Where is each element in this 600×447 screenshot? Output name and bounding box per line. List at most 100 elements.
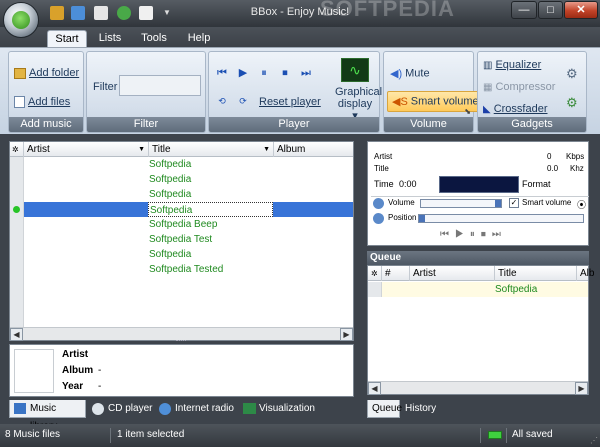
queue-row[interactable]: Softpedia bbox=[368, 282, 588, 297]
np-volume-label: Volume bbox=[388, 198, 415, 207]
repeat-all-icon[interactable]: ⟳ bbox=[233, 91, 253, 111]
position-slider[interactable] bbox=[418, 214, 584, 223]
group-label: Gadgets bbox=[478, 117, 586, 132]
horizontal-scrollbar[interactable]: ◀ ▶ bbox=[10, 327, 353, 341]
tab-start[interactable]: Start bbox=[47, 30, 87, 47]
track-row[interactable]: Softpedia bbox=[10, 172, 353, 187]
queue-horizontal-scrollbar[interactable]: ◀ ▶ bbox=[368, 381, 588, 395]
music-library-list[interactable]: ✲ Artist ▼ Title ▼ Album Softpedia Softpedi… bbox=[9, 141, 354, 341]
add-folder-button[interactable]: Add folder bbox=[14, 67, 79, 79]
file-icon bbox=[14, 96, 25, 109]
scroll-right-icon[interactable]: ▶ bbox=[340, 328, 353, 341]
tab-tools[interactable]: Tools bbox=[138, 30, 170, 47]
column-title[interactable]: Title ▼ bbox=[149, 142, 274, 157]
volume-thumb[interactable] bbox=[495, 200, 501, 207]
equalizer-button[interactable]: ▥ Equalizer bbox=[483, 59, 541, 71]
filter-dropdown-icon[interactable]: ▼ bbox=[138, 142, 145, 157]
scroll-left-icon[interactable]: ◀ bbox=[368, 382, 381, 395]
queue-list[interactable]: ✲ # Artist Title Alb Softpedia ◀ ▶ bbox=[367, 265, 594, 395]
header-options-icon[interactable]: ✲ bbox=[10, 142, 24, 157]
position-thumb[interactable] bbox=[419, 215, 425, 222]
column-album[interactable]: Album bbox=[274, 142, 355, 157]
details-artist-label: Artist bbox=[62, 349, 89, 360]
queue-column-number[interactable]: # bbox=[382, 266, 410, 281]
track-title: Softpedia Test bbox=[149, 234, 213, 245]
scroll-left-icon[interactable]: ◀ bbox=[10, 328, 23, 341]
splitter-grip[interactable] bbox=[176, 340, 186, 343]
samplerate-unit: Khz bbox=[570, 164, 584, 173]
track-row[interactable]: Softpedia bbox=[10, 247, 353, 262]
dialog-launcher-icon[interactable]: ⬊ bbox=[464, 107, 471, 116]
mini-transport-controls[interactable]: ⏮▶⏸⏹⏭ bbox=[440, 229, 507, 240]
cd-icon bbox=[92, 403, 104, 415]
queue-title: Queue bbox=[367, 251, 589, 265]
previous-icon[interactable]: ⏮ bbox=[212, 63, 232, 83]
smart-volume-icon: ◀S bbox=[392, 96, 408, 108]
compressor-button[interactable]: ▦ Compressor bbox=[483, 81, 555, 93]
np-format-label: Format bbox=[522, 179, 551, 189]
tab-music-library[interactable]: Music library bbox=[9, 400, 86, 432]
track-row[interactable]: Softpedia bbox=[10, 187, 353, 202]
resize-grip-icon[interactable]: ⋰ bbox=[590, 436, 598, 445]
filter-dropdown-icon[interactable]: ▼ bbox=[263, 142, 270, 157]
options-icon[interactable]: ⚙ bbox=[566, 95, 578, 111]
folder-icon bbox=[14, 67, 26, 79]
volume-slider[interactable] bbox=[420, 199, 502, 208]
queue-column-album[interactable]: Alb bbox=[577, 266, 594, 281]
volume-icon bbox=[373, 198, 384, 209]
compressor-icon: ▦ bbox=[483, 81, 493, 93]
album-art bbox=[14, 349, 54, 393]
group-label: Player bbox=[209, 117, 379, 132]
track-row[interactable]: Softpedia bbox=[10, 157, 353, 172]
track-row[interactable]: Softpedia bbox=[10, 202, 353, 217]
queue-header: ✲ # Artist Title Alb bbox=[368, 266, 594, 281]
stop-icon[interactable]: ⏹ bbox=[275, 63, 295, 83]
queue-column-title[interactable]: Title bbox=[495, 266, 577, 281]
tab-cd-player[interactable]: CD player bbox=[88, 400, 154, 418]
track-details-panel: Artist Album - Year - bbox=[9, 344, 354, 397]
tab-lists[interactable]: Lists bbox=[95, 30, 125, 47]
tab-queue[interactable]: Queue bbox=[367, 400, 402, 418]
app-menu-button[interactable] bbox=[3, 2, 39, 38]
add-files-button[interactable]: Add files bbox=[14, 96, 70, 109]
close-button[interactable]: ✕ bbox=[564, 1, 598, 19]
library-icon bbox=[14, 403, 26, 414]
tab-help[interactable]: Help bbox=[184, 30, 214, 47]
reset-player-button[interactable]: Reset player bbox=[259, 96, 321, 108]
scroll-right-icon[interactable]: ▶ bbox=[575, 382, 588, 395]
filter-input[interactable] bbox=[119, 75, 201, 96]
mute-button[interactable]: ◀) Mute bbox=[390, 67, 430, 80]
equalizer-icon: ▥ bbox=[483, 59, 493, 71]
ribbon: Add folder Add files Add music Filter Fi… bbox=[0, 47, 600, 134]
np-artist-label: Artist bbox=[374, 152, 393, 161]
play-icon[interactable]: ▶ bbox=[233, 63, 253, 83]
next-icon[interactable]: ⏭ bbox=[296, 63, 316, 83]
details-year-label: Year bbox=[62, 381, 84, 392]
tab-history[interactable]: History bbox=[402, 400, 438, 418]
queue-column-artist[interactable]: Artist bbox=[410, 266, 495, 281]
vertical-splitter[interactable] bbox=[358, 141, 362, 419]
repeat-icon[interactable]: ⟲ bbox=[212, 91, 232, 111]
track-title: Softpedia Tested bbox=[149, 264, 224, 275]
tab-internet-radio[interactable]: Internet radio bbox=[155, 400, 237, 418]
track-row[interactable]: Softpedia Tested bbox=[10, 262, 353, 277]
column-artist[interactable]: Artist ▼ bbox=[24, 142, 149, 157]
graphical-display-button[interactable]: ∿ Graphical display ▾ bbox=[335, 58, 382, 122]
app-logo-icon bbox=[12, 11, 30, 29]
bitrate-value: 0 bbox=[547, 152, 552, 161]
queue-options-icon[interactable]: ✲ bbox=[368, 266, 382, 281]
group-gadgets: ▥ Equalizer ▦ Compressor ◣ Crossfader ⚙ ⚙ G… bbox=[477, 51, 587, 133]
tab-visualization[interactable]: Visualization bbox=[239, 400, 315, 418]
smart-volume-settings-icon[interactable]: ⦿ bbox=[577, 198, 586, 211]
maximize-button[interactable]: □ bbox=[538, 1, 563, 19]
minimize-button[interactable]: — bbox=[511, 1, 537, 19]
crossfader-button[interactable]: ◣ Crossfader bbox=[483, 103, 548, 115]
settings-icon[interactable]: ⚙ bbox=[566, 66, 578, 82]
pause-icon[interactable]: ⏸ bbox=[254, 63, 274, 83]
visualization-icon bbox=[243, 403, 256, 414]
track-row[interactable]: Softpedia Beep bbox=[10, 217, 353, 232]
track-row[interactable]: Softpedia Test bbox=[10, 232, 353, 247]
speaker-icon: ◀) bbox=[390, 68, 403, 80]
smart-volume-checkbox[interactable]: ✓ bbox=[509, 198, 519, 208]
time-value: 0:00 bbox=[399, 179, 417, 189]
